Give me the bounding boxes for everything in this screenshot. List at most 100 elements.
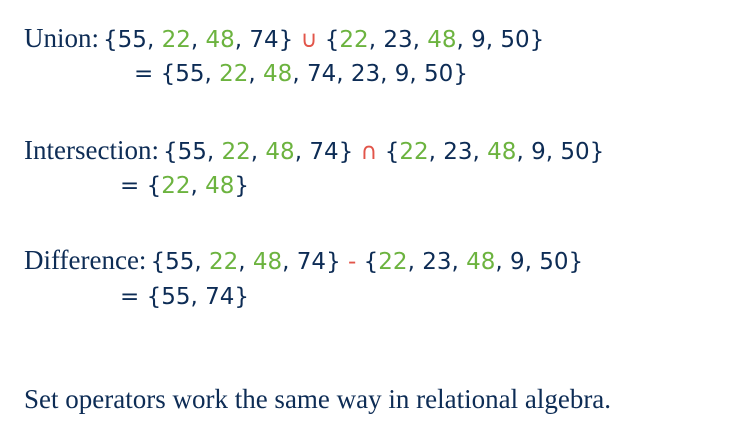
intersection-set-b-element: 50 xyxy=(560,139,590,165)
intersection-expression: Intersection: {55, 22, 48, 74} ∩ {22, 23… xyxy=(24,137,604,164)
difference-expression: Difference: {55, 22, 48, 74} - {22, 23, … xyxy=(24,247,583,274)
union-result-element: 74 xyxy=(306,61,337,87)
union-set-b-element: 9 xyxy=(471,27,486,53)
difference-set-b-element: 9 xyxy=(510,249,525,275)
intersection-separator: , xyxy=(472,139,488,165)
union-separator: , xyxy=(368,27,384,53)
intersection-set-b-element: 48 xyxy=(487,139,517,165)
difference-close-brace: } xyxy=(568,249,584,275)
union-open-brace: { xyxy=(324,27,340,53)
intersection-set-a-element: 48 xyxy=(265,139,295,165)
union-separator: , xyxy=(248,61,264,87)
union-open-brace: { xyxy=(160,61,176,87)
difference-open-brace: { xyxy=(146,284,162,310)
difference-open-brace: { xyxy=(363,249,379,275)
intersection-set-b-element: 9 xyxy=(531,139,546,165)
difference-close-brace: } xyxy=(326,249,341,275)
difference-separator: , xyxy=(451,249,467,275)
union-separator: , xyxy=(292,61,307,87)
union-operator-symbol: ∪ xyxy=(293,27,325,53)
footer-note: Set operators work the same way in relat… xyxy=(24,384,612,414)
intersection-set-b-element: 22 xyxy=(399,139,429,165)
union-result-element: 48 xyxy=(263,61,293,87)
union-separator: , xyxy=(485,27,501,53)
union-equals-sign: = xyxy=(134,61,161,87)
union-close-brace: } xyxy=(453,61,468,87)
intersection-label: Intersection: xyxy=(24,135,159,165)
difference-set-b-element: 23 xyxy=(422,249,452,275)
intersection-set-b-element: 23 xyxy=(443,139,473,165)
difference-set-a-element: 48 xyxy=(252,249,283,275)
union-separator: , xyxy=(412,27,428,53)
difference-close-brace: } xyxy=(234,284,250,310)
union-separator: , xyxy=(409,61,425,87)
intersection-separator: , xyxy=(294,139,310,165)
intersection-separator: , xyxy=(206,139,222,165)
difference-set-a-element: 55 xyxy=(165,249,195,275)
intersection-close-brace: } xyxy=(234,173,250,199)
difference-operator-symbol: - xyxy=(340,249,364,275)
difference-label: Difference: xyxy=(24,245,147,275)
difference-separator: , xyxy=(190,284,206,310)
union-result-element: 23 xyxy=(350,61,381,87)
difference-set-a-element: 22 xyxy=(208,249,239,275)
intersection-set-a-element: 55 xyxy=(177,139,207,165)
union-separator: , xyxy=(234,27,250,53)
union-set-a-element: 55 xyxy=(117,27,147,53)
union-set-a-element: 48 xyxy=(205,27,235,53)
difference-separator: , xyxy=(282,249,297,275)
union-set-a-element: 22 xyxy=(161,27,191,53)
intersection-open-brace: { xyxy=(146,173,162,199)
intersection-result-element: 22 xyxy=(161,173,191,199)
intersection-operands: {55, 22, 48, 74} ∩ {22, 23, 48, 9, 50} xyxy=(163,139,604,165)
union-separator: , xyxy=(336,61,351,87)
intersection-operator-symbol: ∩ xyxy=(353,139,385,165)
difference-set-b-element: 48 xyxy=(466,249,496,275)
intersection-separator: , xyxy=(250,139,266,165)
union-expression: Union: {55, 22, 48, 74} ∪ {22, 23, 48, 9… xyxy=(24,25,544,52)
union-result-set: = {55, 22, 48, 74, 23, 9, 50} xyxy=(134,61,468,87)
union-set-b-element: 23 xyxy=(383,27,413,53)
union-result: = {55, 22, 48, 74, 23, 9, 50} xyxy=(134,63,468,86)
union-separator: , xyxy=(204,61,220,87)
difference-set-b-element: 50 xyxy=(539,249,569,275)
union-set-b-element: 50 xyxy=(500,27,530,53)
intersection-open-brace: { xyxy=(162,139,178,165)
union-close-brace: } xyxy=(278,27,294,53)
union-separator: , xyxy=(190,27,206,53)
intersection-separator: , xyxy=(516,139,532,165)
difference-set-b-element: 22 xyxy=(378,249,408,275)
difference-result: = {55, 74} xyxy=(120,286,249,309)
difference-separator: , xyxy=(407,249,423,275)
union-result-element: 50 xyxy=(424,61,454,87)
difference-open-brace: { xyxy=(150,249,166,275)
intersection-close-brace: } xyxy=(338,139,354,165)
intersection-separator: , xyxy=(190,173,206,199)
difference-separator: , xyxy=(495,249,510,275)
intersection-set-a-element: 22 xyxy=(221,139,251,165)
difference-result-element: 74 xyxy=(205,284,235,310)
union-open-brace: { xyxy=(103,27,118,53)
difference-separator: , xyxy=(194,249,209,275)
union-set-b-element: 22 xyxy=(339,27,369,53)
intersection-open-brace: { xyxy=(384,139,400,165)
union-separator: , xyxy=(146,27,162,53)
union-separator: , xyxy=(456,27,472,53)
difference-set-a-element: 74 xyxy=(296,249,327,275)
difference-separator: , xyxy=(524,249,540,275)
intersection-close-brace: } xyxy=(589,139,605,165)
difference-operands: {55, 22, 48, 74} - {22, 23, 48, 9, 50} xyxy=(150,249,583,275)
union-operands: {55, 22, 48, 74} ∪ {22, 23, 48, 9, 50} xyxy=(103,27,544,53)
union-result-element: 55 xyxy=(175,61,205,87)
difference-separator: , xyxy=(238,249,253,275)
union-result-element: 9 xyxy=(394,61,410,87)
union-result-element: 22 xyxy=(219,61,249,87)
intersection-result-set: = {22, 48} xyxy=(120,173,249,199)
union-separator: , xyxy=(380,61,395,87)
intersection-separator: , xyxy=(428,139,444,165)
difference-equals-sign: = xyxy=(120,284,147,310)
union-set-a-element: 74 xyxy=(249,27,279,53)
union-set-b-element: 48 xyxy=(427,27,457,53)
intersection-set-a-element: 74 xyxy=(309,139,339,165)
union-close-brace: } xyxy=(529,27,545,53)
